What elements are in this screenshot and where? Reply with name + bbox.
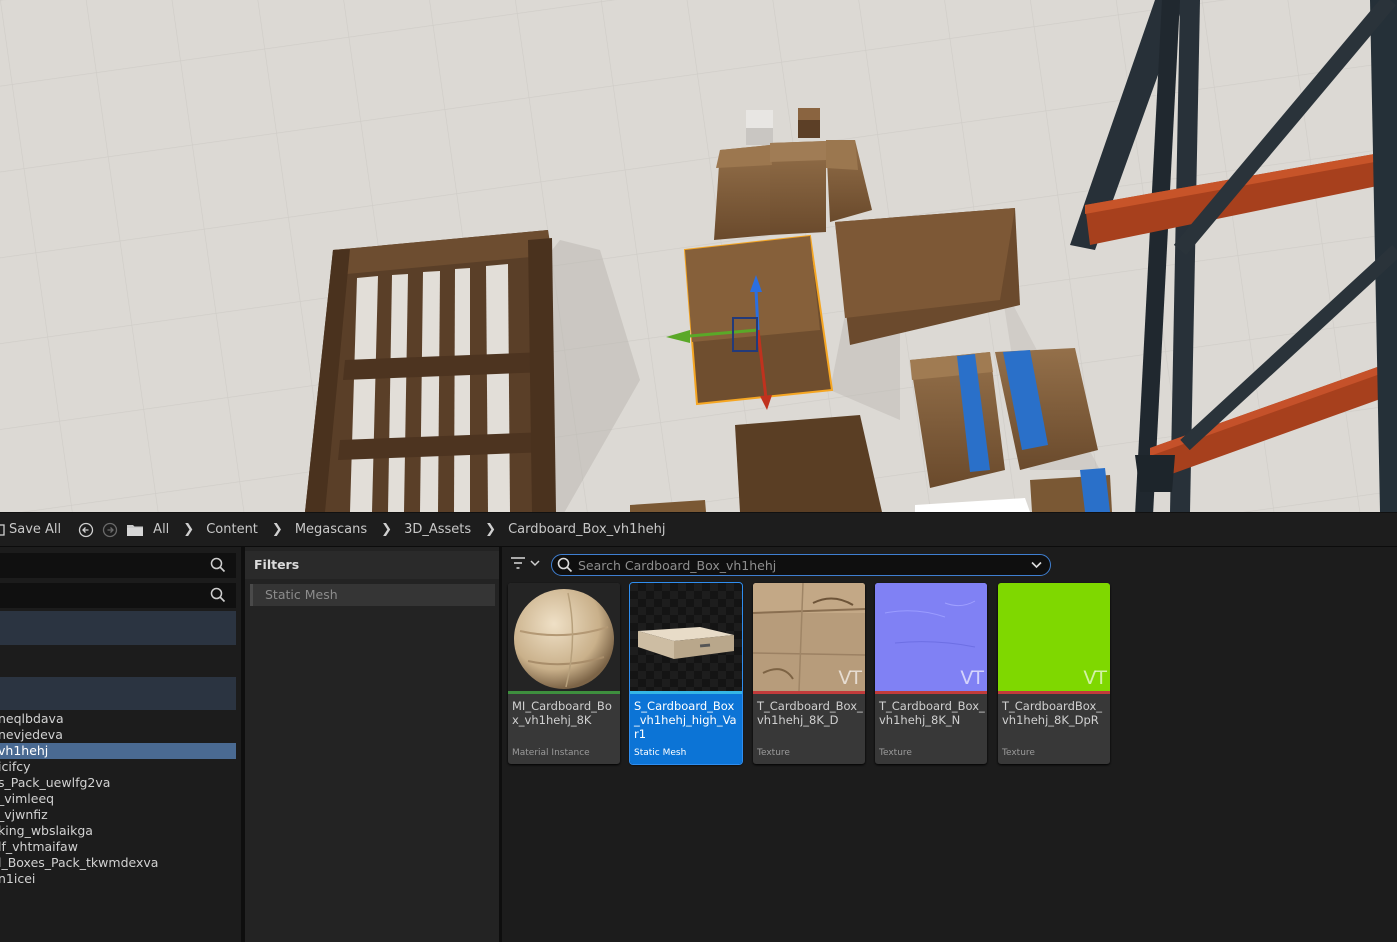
folder-tree-item[interactable]: nevjedeva — [0, 727, 236, 743]
filters-header[interactable]: Filters — [245, 551, 499, 579]
breadcrumb-current-folder[interactable]: Cardboard_Box_vh1hehj — [508, 522, 665, 537]
save-icon — [0, 523, 5, 536]
folder-icon[interactable] — [126, 523, 144, 537]
asset-type-label: Texture — [879, 748, 912, 758]
chevron-down-icon — [530, 560, 540, 567]
asset-name: T_Cardboard_Box_vh1hehj_8K_N — [879, 699, 985, 727]
asset-tile-texture-diffuse[interactable]: VT T_Cardboard_Box_vh1hehj_8K_D Texture — [753, 583, 865, 764]
asset-type-color-bar — [875, 691, 987, 694]
folder-tree-item[interactable]: king_wbslaikga — [0, 823, 236, 839]
chevron-right-icon[interactable]: ❯ — [485, 522, 496, 537]
filters-panel: Filters Static Mesh — [245, 547, 499, 942]
sources-panel: neqlbdava nevjedeva vh1hehj icifcy s_Pack_ue… — [0, 547, 241, 942]
folder-tree-item[interactable]: lf_vhtmaifaw — [0, 839, 236, 855]
search-icon[interactable] — [210, 587, 226, 603]
folder-tree-item[interactable]: vh1hehj — [0, 743, 236, 759]
favorites-search-field[interactable] — [0, 553, 236, 578]
save-all-label: Save All — [9, 522, 62, 537]
save-all-button[interactable]: Save All — [0, 522, 61, 537]
tree-section-header[interactable] — [0, 677, 236, 710]
asset-search-box[interactable] — [551, 554, 1051, 576]
asset-name: MI_Cardboard_Box_vh1hehj_8K — [512, 699, 612, 727]
chevron-right-icon[interactable]: ❯ — [272, 522, 283, 537]
chevron-right-icon[interactable]: ❯ — [381, 522, 392, 537]
breadcrumb-content[interactable]: Content — [206, 522, 258, 537]
virtual-texture-badge: VT — [1083, 667, 1107, 689]
breadcrumb-all[interactable]: All — [153, 522, 169, 537]
folder-tree-item[interactable]: _vimleeq — [0, 791, 236, 807]
asset-tile-static-mesh[interactable]: S_Cardboard_Box_vh1hehj_high_Var1 Static… — [629, 582, 743, 765]
folder-tree-item[interactable]: _vjwnfiz — [0, 807, 236, 823]
folder-tree-item[interactable]: l_Boxes_Pack_tkwmdexva — [0, 855, 236, 871]
folder-tree-item[interactable]: n1icei — [0, 871, 236, 887]
chevron-right-icon[interactable]: ❯ — [183, 522, 194, 537]
virtual-texture-badge: VT — [838, 667, 862, 689]
wooden-pallet — [305, 230, 556, 512]
search-icon[interactable] — [210, 557, 226, 573]
dpr-texture-thumbnail: VT — [998, 583, 1110, 691]
virtual-texture-badge: VT — [960, 667, 984, 689]
level-viewport[interactable] — [0, 0, 1397, 512]
tree-section-header[interactable] — [0, 611, 236, 645]
static-mesh-thumbnail — [630, 583, 742, 691]
asset-search-input[interactable] — [578, 556, 1018, 574]
asset-type-label: Material Instance — [512, 748, 590, 758]
search-icon — [557, 557, 573, 573]
breadcrumb-megascans[interactable]: Megascans — [295, 522, 367, 537]
content-browser-path-bar: Save All All ❯ Content ❯ Megascans ❯ 3D_… — [0, 512, 1397, 547]
asset-tile-texture-normal[interactable]: VT T_Cardboard_Box_vh1hehj_8K_N Texture — [875, 583, 987, 764]
asset-type-label: Static Mesh — [634, 748, 687, 758]
chevron-down-icon[interactable] — [1031, 561, 1042, 569]
filter-dropdown-button[interactable] — [510, 556, 540, 570]
back-arrow-icon[interactable] — [78, 522, 94, 538]
material-sphere-thumbnail — [508, 583, 620, 691]
normal-texture-thumbnail: VT — [875, 583, 987, 691]
breadcrumb-3d-assets[interactable]: 3D_Assets — [404, 522, 471, 537]
folder-tree-item[interactable]: neqlbdava — [0, 711, 236, 727]
asset-type-color-bar — [630, 691, 742, 694]
asset-name: T_CardboardBox_vh1hehj_8K_DpR — [1002, 699, 1103, 727]
folder-tree-item[interactable]: s_Pack_uewlfg2va — [0, 775, 236, 791]
filter-icon — [511, 557, 525, 569]
asset-type-color-bar — [998, 691, 1110, 694]
asset-tile-material-instance[interactable]: MI_Cardboard_Box_vh1hehj_8K Material Ins… — [508, 583, 620, 764]
asset-name: T_Cardboard_Box_vh1hehj_8K_D — [757, 699, 863, 727]
folder-tree-item[interactable]: icifcy — [0, 759, 236, 775]
diffuse-texture-thumbnail: VT — [753, 583, 865, 691]
forward-arrow-icon[interactable] — [102, 522, 118, 538]
asset-type-label: Texture — [757, 748, 790, 758]
folder-tree: neqlbdava nevjedeva vh1hehj icifcy s_Pack_ue… — [0, 711, 236, 887]
asset-type-color-bar — [508, 691, 620, 694]
static-mesh-filter-chip[interactable]: Static Mesh — [250, 584, 495, 606]
asset-tile-texture-dpr[interactable]: VT T_CardboardBox_vh1hehj_8K_DpR Texture — [998, 583, 1110, 764]
asset-type-color-bar — [753, 691, 865, 694]
asset-view: MI_Cardboard_Box_vh1hehj_8K Material Ins… — [502, 547, 1397, 942]
folder-search-field[interactable] — [0, 583, 236, 608]
asset-type-label: Texture — [1002, 748, 1035, 758]
asset-name: S_Cardboard_Box_vh1hehj_high_Var1 — [634, 699, 737, 741]
